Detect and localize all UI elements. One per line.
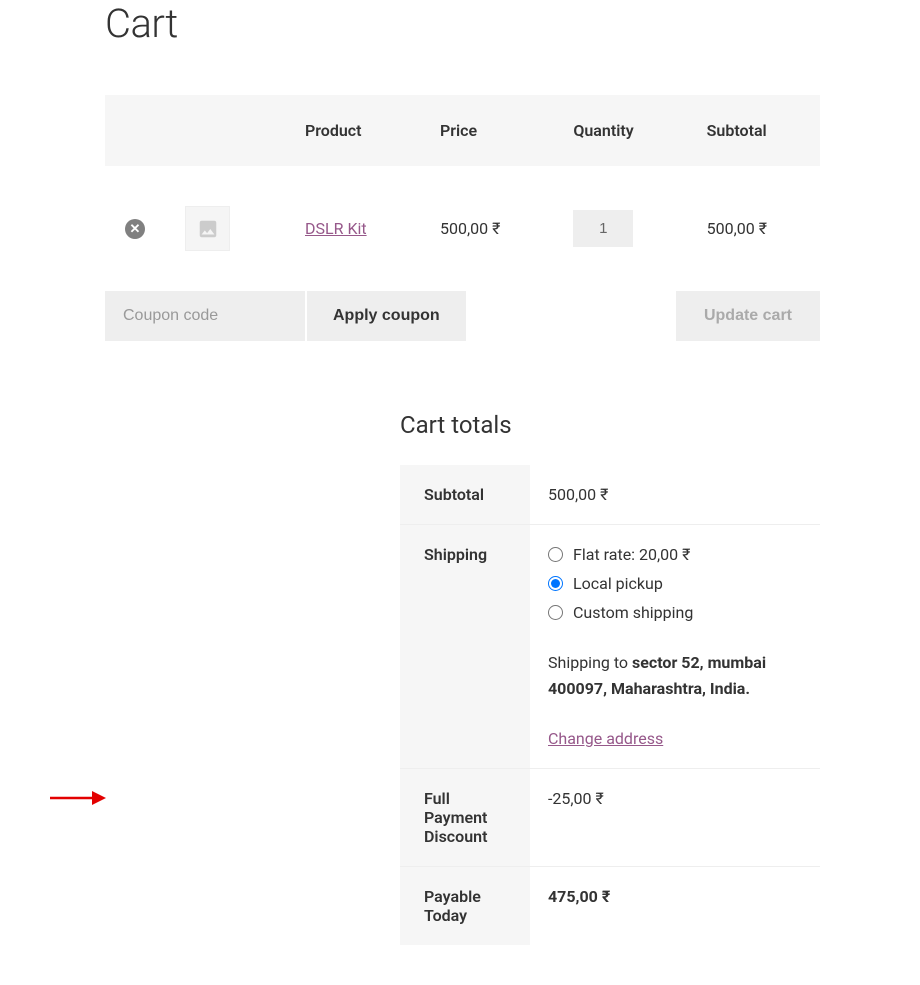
cart-item-row: ✕ DSLR Kit 500,00 ₹ 500,00 ₹: [105, 166, 820, 291]
change-address-link[interactable]: Change address: [548, 729, 663, 748]
custom-shipping-label: Custom shipping: [573, 603, 693, 622]
flat-rate-label: Flat rate:: [573, 545, 639, 564]
col-thumb-header: [165, 95, 285, 166]
discount-label: Full Payment Discount: [400, 769, 530, 867]
shipping-radio-local-pickup[interactable]: [548, 576, 563, 591]
payable-today-label: Payable Today: [400, 867, 530, 946]
shipping-option-flat-rate: Flat rate: 20,00 ₹: [548, 545, 802, 564]
product-subtotal: 500,00 ₹: [687, 166, 820, 291]
shipping-radio-flat-rate[interactable]: [548, 547, 563, 562]
quantity-input[interactable]: [573, 210, 633, 247]
annotation-arrow-icon: [48, 789, 108, 807]
update-cart-button[interactable]: Update cart: [676, 291, 820, 341]
local-pickup-label: Local pickup: [573, 574, 663, 593]
col-subtotal-header: Subtotal: [687, 95, 820, 166]
product-thumbnail[interactable]: [185, 206, 230, 251]
shipping-label: Shipping: [400, 525, 530, 769]
placeholder-image-icon: [197, 218, 219, 240]
subtotal-value: 500,00 ₹: [530, 465, 820, 525]
cart-totals-title: Cart totals: [400, 411, 820, 439]
shipping-option-local-pickup: Local pickup: [548, 574, 802, 593]
col-quantity-header: Quantity: [553, 95, 686, 166]
shipping-destination: Shipping to sector 52, mumbai 400097, Ma…: [548, 650, 802, 701]
page-title: Cart: [105, 0, 820, 47]
flat-rate-price: 20,00 ₹: [639, 545, 690, 564]
subtotal-label: Subtotal: [400, 465, 530, 525]
col-price-header: Price: [420, 95, 553, 166]
remove-item-button[interactable]: ✕: [125, 219, 145, 239]
shipping-radio-custom[interactable]: [548, 605, 563, 620]
payable-today-value: 475,00 ₹: [530, 867, 820, 946]
product-price: 500,00 ₹: [420, 166, 553, 291]
shipping-option-custom: Custom shipping: [548, 603, 802, 622]
cart-table: Product Price Quantity Subtotal ✕ DSLR K…: [105, 95, 820, 341]
cart-totals-table: Subtotal 500,00 ₹ Shipping Flat rate: 20…: [400, 465, 820, 945]
col-remove-header: [105, 95, 165, 166]
product-name-link[interactable]: DSLR Kit: [305, 219, 367, 238]
shipping-options-list: Flat rate: 20,00 ₹ Local pickup Custom s…: [548, 545, 802, 622]
close-icon: ✕: [130, 223, 141, 236]
apply-coupon-button[interactable]: Apply coupon: [307, 291, 466, 341]
discount-value: -25,00 ₹: [530, 769, 820, 867]
coupon-code-input[interactable]: [105, 291, 305, 341]
col-product-header: Product: [285, 95, 420, 166]
